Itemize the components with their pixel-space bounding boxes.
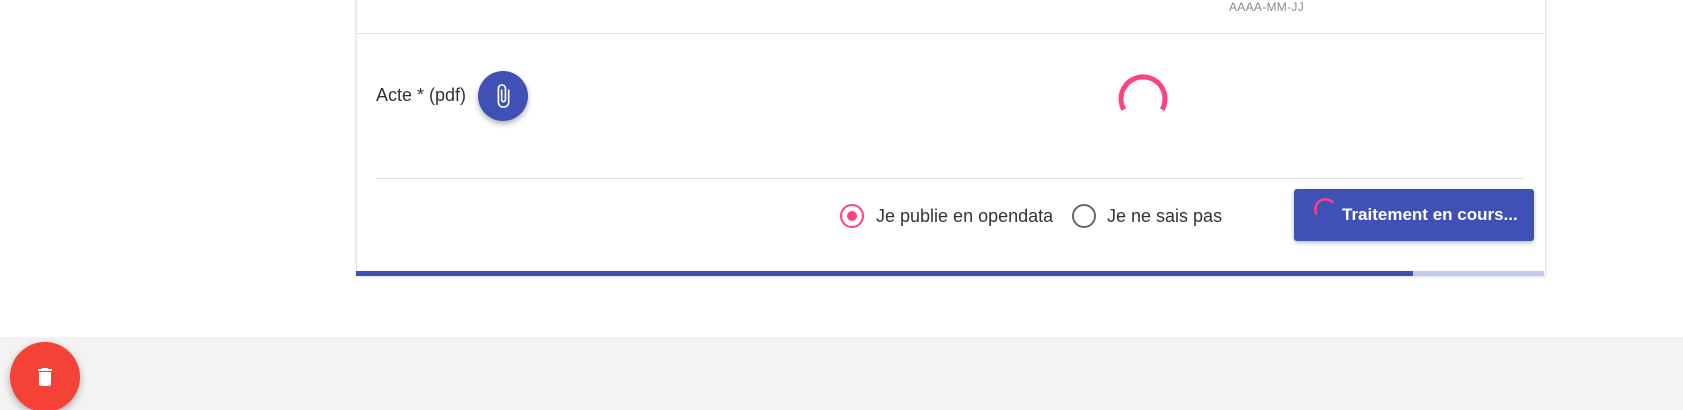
paperclip-icon xyxy=(497,84,510,108)
radio-opendata[interactable] xyxy=(840,204,864,228)
divider xyxy=(356,33,1544,34)
upload-spinner-icon xyxy=(1117,71,1169,128)
divider xyxy=(376,178,1524,179)
progress-bar-fill xyxy=(356,271,1414,276)
attach-file-button[interactable] xyxy=(478,71,528,121)
acte-file-label: Acte * (pdf) xyxy=(376,85,467,105)
delete-button[interactable] xyxy=(10,342,80,410)
spinner-icon xyxy=(1314,198,1335,216)
submit-button[interactable]: Traitement en cours... xyxy=(1294,189,1534,241)
radio-opendata-label[interactable]: Je publie en opendata xyxy=(876,206,1053,227)
progress-bar xyxy=(356,271,1544,276)
date-format-hint: AAAA-MM-JJ xyxy=(1229,0,1304,14)
submit-button-label: Traitement en cours... xyxy=(1342,205,1518,224)
radio-unknown[interactable] xyxy=(1072,204,1096,228)
radio-checked-dot xyxy=(847,211,857,221)
footer-band xyxy=(0,337,1683,410)
radio-unknown-label[interactable]: Je ne sais pas xyxy=(1107,206,1222,227)
page: AAAA-MM-JJ Acte * (pdf) Je publie en ope… xyxy=(0,0,1683,410)
trash-icon xyxy=(38,368,52,386)
